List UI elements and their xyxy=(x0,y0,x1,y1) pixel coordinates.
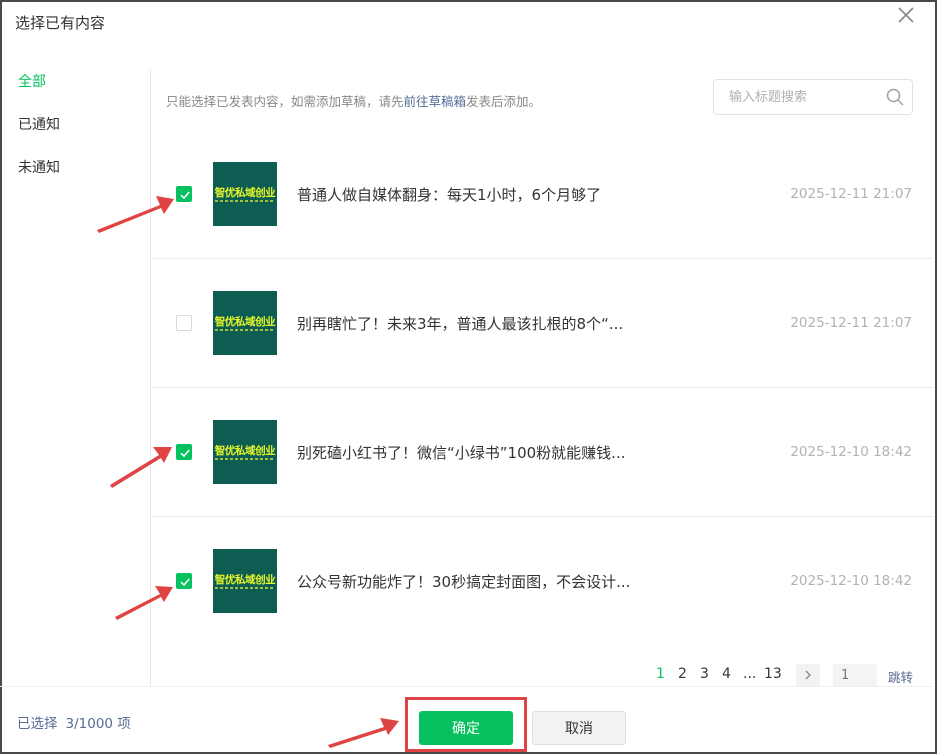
selected-label: 已选择 xyxy=(17,716,58,732)
page-2[interactable]: 2 xyxy=(678,666,687,682)
next-page-button[interactable] xyxy=(796,664,820,686)
page-jump-input[interactable] xyxy=(833,664,877,686)
article-thumbnail: 智优私域创业 xyxy=(213,162,277,226)
thumbnail-subline xyxy=(215,458,275,460)
page-13[interactable]: 13 xyxy=(764,666,782,682)
go-to-drafts-link[interactable]: 前往草稿箱 xyxy=(404,94,467,109)
search-input[interactable] xyxy=(714,80,879,114)
list-item[interactable]: 智优私域创业 别死磕小红书了！微信“小绿书”100粉就能赚钱... 2025-1… xyxy=(152,388,933,517)
article-checkbox[interactable] xyxy=(176,315,192,331)
article-checkbox[interactable] xyxy=(176,573,192,589)
search-icon[interactable] xyxy=(885,87,905,107)
search-box xyxy=(713,79,913,115)
page-ellipsis: ... xyxy=(743,666,757,682)
article-checkbox[interactable] xyxy=(176,186,192,202)
article-date: 2025-12-11 21:07 xyxy=(790,186,912,202)
page-jump-button[interactable]: 跳转 xyxy=(888,667,913,686)
close-icon[interactable] xyxy=(895,4,917,26)
article-thumbnail: 智优私域创业 xyxy=(213,549,277,613)
cancel-button[interactable]: 取消 xyxy=(532,711,626,745)
footer-divider xyxy=(0,686,933,687)
article-checkbox[interactable] xyxy=(176,444,192,460)
page-3[interactable]: 3 xyxy=(700,666,709,682)
dialog-title: 选择已有内容 xyxy=(15,14,106,32)
article-date: 2025-12-10 18:42 xyxy=(790,573,912,589)
article-title: 公众号新功能炸了！30秒搞定封面图，不会设计... xyxy=(297,573,631,591)
article-title: 别再瞎忙了！未来3年，普通人最该扎根的8个“... xyxy=(297,315,624,333)
list-item[interactable]: 智优私域创业 别再瞎忙了！未来3年，普通人最该扎根的8个“... 2025-12… xyxy=(152,259,933,388)
page-1[interactable]: 1 xyxy=(656,666,665,682)
page-4[interactable]: 4 xyxy=(722,666,731,682)
thumbnail-subline xyxy=(215,200,275,202)
sidebar-item-notified[interactable]: 已通知 xyxy=(18,114,60,134)
list-item[interactable]: 智优私域创业 普通人做自媒体翻身：每天1小时，6个月够了 2025-12-11 … xyxy=(152,130,933,259)
sidebar-item-all[interactable]: 全部 xyxy=(18,71,46,91)
article-thumbnail: 智优私域创业 xyxy=(213,291,277,355)
article-title: 别死磕小红书了！微信“小绿书”100粉就能赚钱... xyxy=(297,444,626,462)
article-date: 2025-12-10 18:42 xyxy=(790,444,912,460)
notice-prefix: 只能选择已发表内容，如需添加草稿，请先 xyxy=(166,94,404,109)
article-title: 普通人做自媒体翻身：每天1小时，6个月够了 xyxy=(297,186,602,204)
article-thumbnail: 智优私域创业 xyxy=(213,420,277,484)
thumbnail-text: 智优私域创业 xyxy=(214,445,276,457)
draft-notice: 只能选择已发表内容，如需添加草稿，请先前往草稿箱发表后添加。 xyxy=(166,91,541,110)
thumbnail-subline xyxy=(215,329,275,331)
notice-suffix: 发表后添加。 xyxy=(466,94,542,109)
thumbnail-text: 智优私域创业 xyxy=(214,187,276,199)
thumbnail-text: 智优私域创业 xyxy=(214,574,276,586)
selected-count: 已选择 3/1000 项 xyxy=(17,712,131,732)
article-date: 2025-12-11 21:07 xyxy=(790,315,912,331)
thumbnail-text: 智优私域创业 xyxy=(214,316,276,328)
sidebar-divider xyxy=(150,70,151,686)
chevron-right-icon xyxy=(805,670,811,680)
thumbnail-subline xyxy=(215,587,275,589)
confirm-button[interactable]: 确定 xyxy=(419,711,513,745)
sidebar-item-not-notified[interactable]: 未通知 xyxy=(18,157,60,177)
selected-value: 3/1000 项 xyxy=(65,716,131,732)
list-item[interactable]: 智优私域创业 公众号新功能炸了！30秒搞定封面图，不会设计... 2025-12… xyxy=(152,517,933,646)
